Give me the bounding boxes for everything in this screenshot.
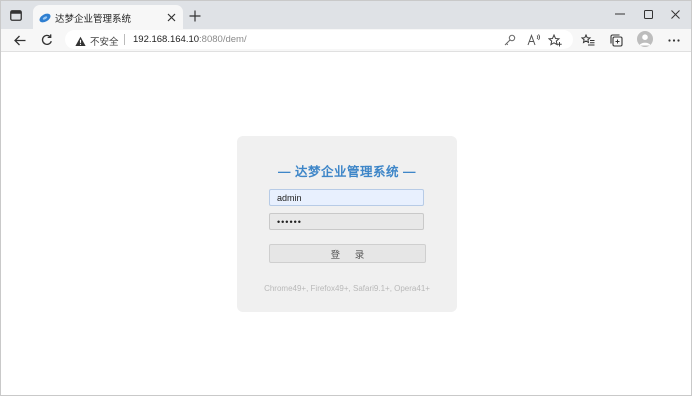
url-text[interactable]: 192.168.164.10:8080/dem/ <box>133 34 247 45</box>
window-close-icon[interactable] <box>662 5 688 23</box>
browser-toolbar: 不安全 192.168.164.10:8080/dem/ <box>1 29 691 52</box>
refresh-icon[interactable] <box>38 31 56 49</box>
arrow-left-icon[interactable] <box>11 31 29 49</box>
login-card: — 达梦企业管理系统 — 登 录 Chrome49+, Firefox49+, … <box>237 136 457 312</box>
star-plus-icon[interactable] <box>548 33 562 47</box>
dm-logo-icon <box>39 11 51 23</box>
read-aloud-icon[interactable] <box>526 33 540 47</box>
browser-tab[interactable]: 达梦企业管理系统 <box>33 5 183 29</box>
security-label[interactable]: 不安全 <box>90 34 119 48</box>
close-icon[interactable] <box>164 10 178 24</box>
avatar[interactable] <box>637 31 653 47</box>
page-title: — 达梦企业管理系统 — <box>278 165 416 179</box>
url-host: 192.168.164.10 <box>133 34 200 45</box>
minimize-icon[interactable] <box>607 5 633 23</box>
more-icon[interactable] <box>665 31 683 49</box>
warning-icon[interactable] <box>75 34 86 46</box>
key-icon[interactable] <box>503 33 517 47</box>
address-separator <box>124 34 125 45</box>
address-bar[interactable]: 不安全 192.168.164.10:8080/dem/ <box>65 30 573 49</box>
username-input[interactable] <box>269 189 424 206</box>
url-path: :8080/dem/ <box>199 34 247 45</box>
plus-icon[interactable] <box>187 8 203 24</box>
tab-actions-icon[interactable] <box>7 7 25 23</box>
browser-compat-note: Chrome49+, Firefox49+, Safari9.1+, Opera… <box>264 284 430 293</box>
tab-title: 达梦企业管理系统 <box>55 14 132 25</box>
favorites-list-icon[interactable] <box>579 31 597 49</box>
collections-icon[interactable] <box>607 31 625 49</box>
maximize-icon[interactable] <box>635 5 661 23</box>
password-input[interactable] <box>269 213 424 230</box>
login-button[interactable]: 登 录 <box>269 244 426 263</box>
tab-strip: 达梦企业管理系统 <box>1 1 691 29</box>
